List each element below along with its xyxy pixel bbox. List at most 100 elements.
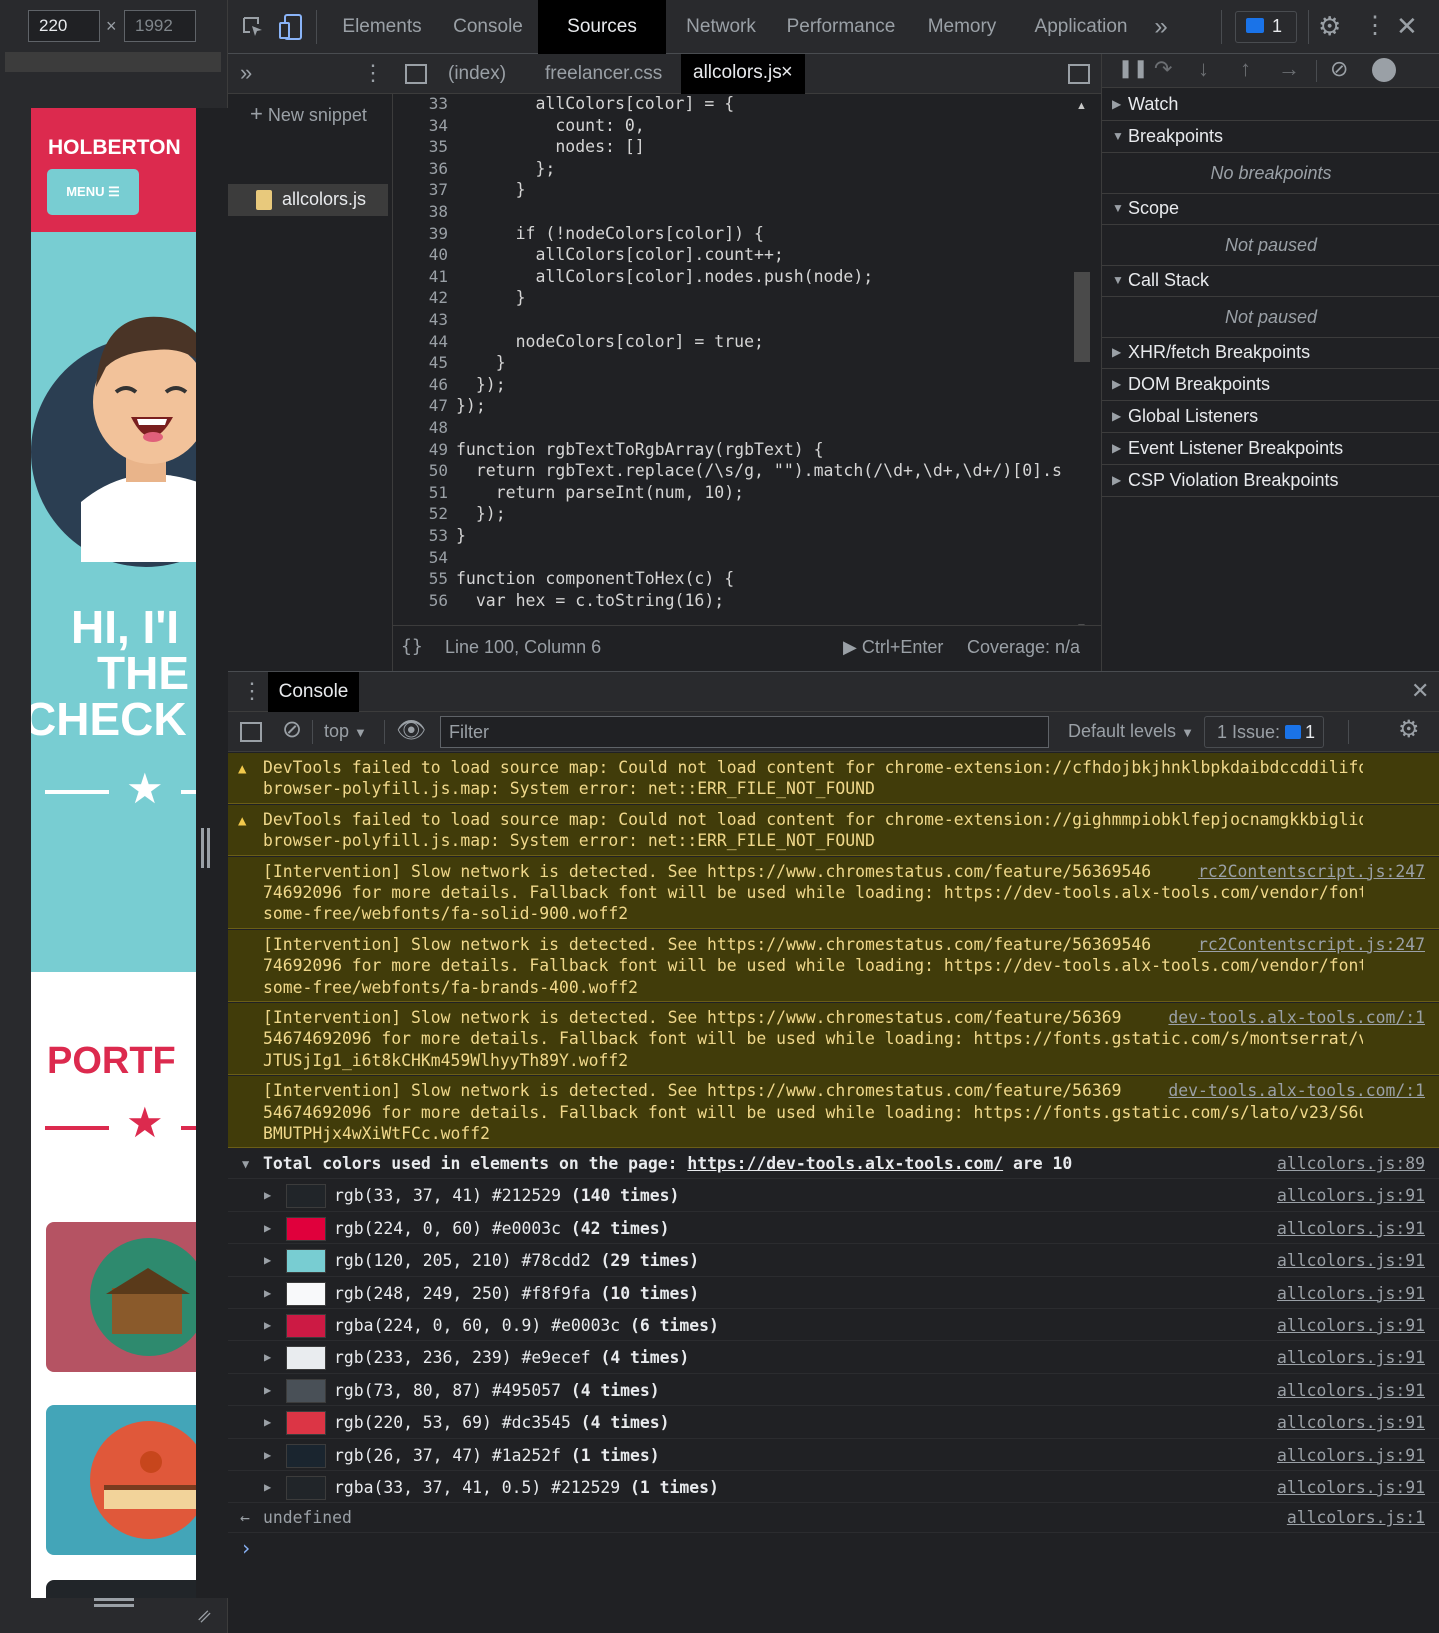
- close-tab-icon[interactable]: ×: [781, 61, 793, 84]
- tab-network[interactable]: Network: [672, 0, 770, 54]
- drawer-tab-console[interactable]: Console: [268, 672, 359, 712]
- message-source-link[interactable]: dev-tools.alx-tools.com/:1: [1160, 1080, 1425, 1102]
- debugger-section-header[interactable]: ▶ Event Listener Breakpoints: [1102, 432, 1439, 465]
- deactivate-breakpoints-icon[interactable]: ⊘: [1330, 56, 1348, 82]
- group-source-link[interactable]: allcolors.js:89: [1277, 1149, 1425, 1179]
- context-selector[interactable]: top ▼: [324, 721, 367, 742]
- close-devtools-icon[interactable]: ✕: [1396, 11, 1418, 41]
- debugger-section-header[interactable]: ▶ Watch: [1102, 88, 1439, 121]
- step-icon[interactable]: →: [1278, 56, 1300, 82]
- pretty-print-button[interactable]: {}: [401, 636, 423, 657]
- step-out-icon[interactable]: ↑: [1240, 56, 1251, 82]
- pause-on-exceptions-icon[interactable]: [1372, 58, 1396, 82]
- color-entry-row[interactable]: ▶ rgb(33, 37, 41) #212529 (140 times) allc…: [228, 1179, 1439, 1212]
- color-entry-row[interactable]: ▶ rgb(73, 80, 87) #495057 (4 times) allcol…: [228, 1374, 1439, 1407]
- color-source-link[interactable]: allcolors.js:91: [1277, 1406, 1425, 1439]
- debugger-section-header[interactable]: ▼ Call Stack: [1102, 264, 1439, 297]
- navigator-menu-icon[interactable]: ⋮: [362, 60, 384, 86]
- portfolio-card-cake[interactable]: [46, 1405, 196, 1555]
- close-drawer-icon[interactable]: ✕: [1411, 678, 1429, 704]
- tab-sources[interactable]: Sources: [538, 0, 666, 54]
- debugger-section-header[interactable]: ▼ Scope: [1102, 192, 1439, 225]
- console-issues-button[interactable]: 1 Issue: 1: [1204, 716, 1324, 748]
- tab-elements[interactable]: Elements: [332, 0, 432, 54]
- color-source-link[interactable]: allcolors.js:91: [1277, 1244, 1425, 1277]
- pause-icon[interactable]: ❚❚: [1118, 58, 1148, 79]
- result-source-link[interactable]: allcolors.js:1: [1287, 1503, 1425, 1533]
- color-source-link[interactable]: allcolors.js:91: [1277, 1309, 1425, 1342]
- inspect-element-icon[interactable]: [241, 15, 265, 39]
- color-entry-row[interactable]: ▶ rgb(220, 53, 69) #dc3545 (4 times) allco…: [228, 1406, 1439, 1439]
- color-source-link[interactable]: allcolors.js:91: [1277, 1374, 1425, 1407]
- color-swatch: [286, 1314, 326, 1338]
- file-tab-freelancer-css[interactable]: freelancer.css: [545, 54, 662, 94]
- color-entry-row[interactable]: ▶ rgb(224, 0, 60) #e0003c (42 times) allco…: [228, 1212, 1439, 1245]
- console-settings-gear-icon[interactable]: ⚙: [1398, 715, 1420, 744]
- navigator-header: » ⋮: [228, 54, 393, 94]
- scrollbar-thumb[interactable]: [1074, 272, 1090, 362]
- color-source-link[interactable]: allcolors.js:91: [1277, 1212, 1425, 1245]
- corner-resize-icon[interactable]: ═: [192, 1605, 216, 1629]
- debugger-section-header[interactable]: ▶ CSP Violation Breakpoints: [1102, 464, 1439, 497]
- color-source-link[interactable]: allcolors.js:91: [1277, 1471, 1425, 1504]
- toggle-debugger-icon[interactable]: [1068, 64, 1090, 84]
- color-entry: rgba(33, 37, 41, 0.5) #212529 (1 times): [334, 1471, 719, 1504]
- color-entry-row[interactable]: ▶ rgb(248, 249, 250) #f8f9fa (10 times) al…: [228, 1277, 1439, 1309]
- message-source-link[interactable]: rc2Contentscript.js:247: [1190, 933, 1425, 956]
- toggle-sidebar-icon[interactable]: [240, 722, 262, 742]
- device-width-input[interactable]: 220: [28, 10, 100, 42]
- snippet-item-allcolors[interactable]: allcolors.js: [228, 184, 388, 216]
- log-levels-dropdown[interactable]: Default levels ▼: [1068, 721, 1194, 742]
- resize-handle[interactable]: [201, 828, 204, 868]
- color-group-header[interactable]: ▼ Total colors used in elements on the pa…: [228, 1149, 1439, 1180]
- color-entry-row[interactable]: ▶ rgba(33, 37, 41, 0.5) #212529 (1 times)…: [228, 1471, 1439, 1504]
- debugger-section-header[interactable]: ▶ DOM Breakpoints: [1102, 368, 1439, 401]
- preview-menu-button[interactable]: MENU ☰: [47, 169, 139, 215]
- run-snippet-button[interactable]: ▶ Ctrl+Enter: [843, 637, 943, 658]
- console-filter-input[interactable]: Filter: [440, 716, 1049, 748]
- drawer-menu-icon[interactable]: ⋮: [241, 678, 263, 704]
- more-options-icon[interactable]: ⋮: [1363, 11, 1387, 41]
- group-title-url[interactable]: https://dev-tools.alx-tools.com/: [687, 1154, 1003, 1173]
- clear-console-icon[interactable]: ⊘: [282, 715, 302, 744]
- toggle-navigator-icon[interactable]: [405, 64, 427, 84]
- debugger-section-header[interactable]: ▶ Global Listeners: [1102, 400, 1439, 433]
- file-tab-index[interactable]: (index): [448, 54, 506, 94]
- message-line: browser-polyfill.js.map: System error: n…: [263, 831, 875, 851]
- message-source-link[interactable]: dev-tools.alx-tools.com/:1: [1160, 1007, 1425, 1029]
- console-prompt-input[interactable]: ›: [228, 1533, 1439, 1563]
- more-navigator-tabs-icon[interactable]: »: [240, 60, 252, 86]
- bottom-resize-handle[interactable]: [94, 1598, 134, 1601]
- editor-vertical-scrollbar[interactable]: ▲ ▼: [1072, 94, 1092, 639]
- message-line: BMUTPHjx4wXiWtFCc.woff2: [263, 1123, 490, 1143]
- color-source-link[interactable]: allcolors.js:91: [1277, 1277, 1425, 1310]
- tab-console[interactable]: Console: [438, 0, 538, 54]
- step-into-icon[interactable]: ↓: [1198, 56, 1209, 82]
- code-area[interactable]: 33 allColors[color] = {34 count: 0, 35 no…: [393, 94, 1083, 639]
- device-height-input[interactable]: 1992: [124, 10, 196, 42]
- color-entry-row[interactable]: ▶ rgb(120, 205, 210) #78cdd2 (29 times) al…: [228, 1244, 1439, 1277]
- scroll-up-icon[interactable]: ▲: [1076, 100, 1087, 112]
- color-entry-row[interactable]: ▶ rgb(26, 37, 47) #1a252f (1 times) allcol…: [228, 1439, 1439, 1471]
- color-source-link[interactable]: allcolors.js:91: [1277, 1179, 1425, 1212]
- message-source-link[interactable]: rc2Contentscript.js:247: [1190, 860, 1425, 882]
- collapsed-arrow-icon: ▶: [264, 1415, 272, 1430]
- color-entry-row[interactable]: ▶ rgba(224, 0, 60, 0.9) #e0003c (6 times)…: [228, 1309, 1439, 1342]
- color-source-link[interactable]: allcolors.js:91: [1277, 1439, 1425, 1472]
- tab-memory[interactable]: Memory: [912, 0, 1012, 54]
- debugger-section-header[interactable]: ▼ Breakpoints: [1102, 120, 1439, 153]
- color-entry-row[interactable]: ▶ rgb(233, 236, 239) #e9ecef (4 times) all…: [228, 1341, 1439, 1374]
- more-tabs-button[interactable]: »: [1146, 0, 1176, 54]
- settings-gear-icon[interactable]: ⚙: [1318, 11, 1341, 41]
- issues-counter-button[interactable]: 1: [1235, 11, 1297, 43]
- color-source-link[interactable]: allcolors.js:91: [1277, 1341, 1425, 1374]
- live-expression-eye-icon[interactable]: 👁: [396, 716, 426, 745]
- tab-performance[interactable]: Performance: [780, 0, 902, 54]
- step-over-icon[interactable]: ↷: [1154, 56, 1172, 82]
- file-tab-allcolors-js[interactable]: allcolors.js ×: [681, 54, 805, 94]
- new-snippet-button[interactable]: + New snippet: [250, 94, 367, 134]
- portfolio-card-cabin[interactable]: [46, 1222, 196, 1372]
- debugger-section-header[interactable]: ▶ XHR/fetch Breakpoints: [1102, 336, 1439, 369]
- device-toolbar-icon[interactable]: [278, 13, 304, 41]
- tab-application[interactable]: Application: [1020, 0, 1142, 54]
